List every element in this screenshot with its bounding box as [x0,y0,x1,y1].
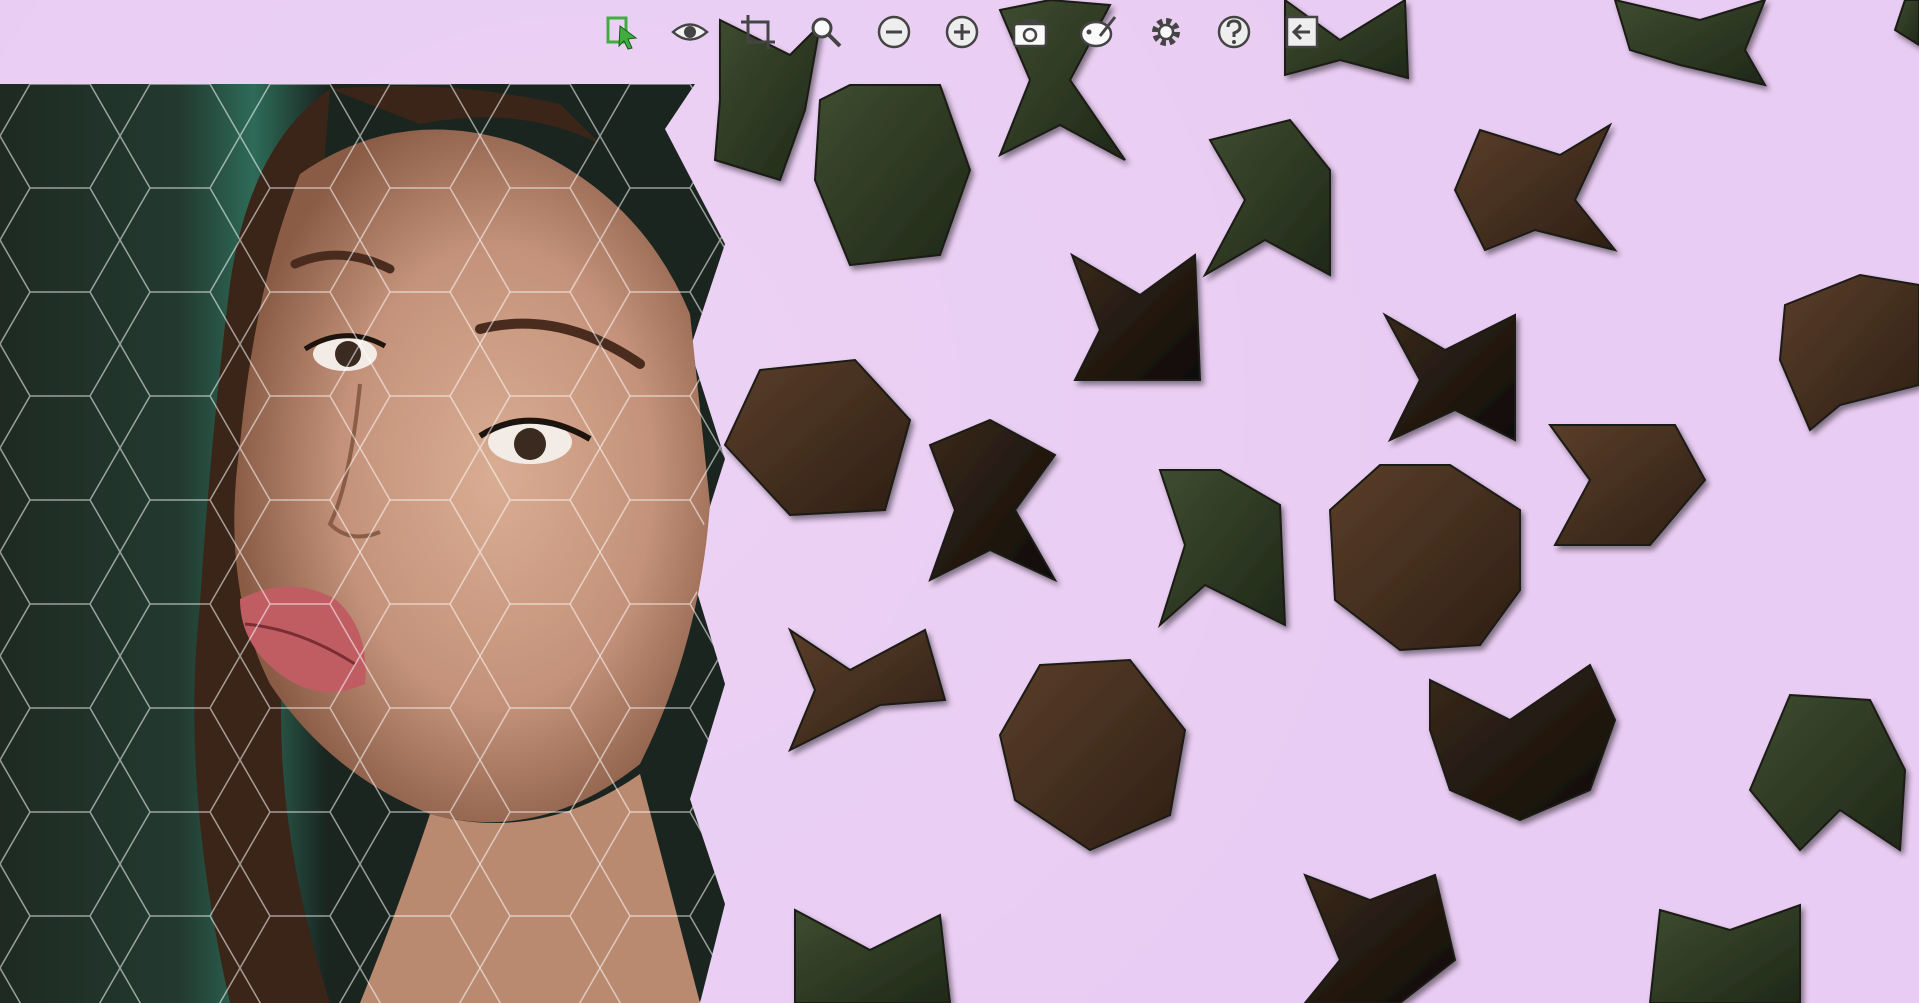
gear-icon [1152,18,1180,46]
puzzle-piece[interactable] [1893,0,1919,47]
puzzle-piece[interactable] [813,84,972,267]
zoom-in-icon [945,15,979,49]
puzzle-piece[interactable] [794,908,952,1003]
toolbar [600,10,1348,54]
preview-tool[interactable] [668,10,712,54]
puzzle-piece[interactable] [787,627,947,753]
zoom-out-tool[interactable] [872,10,916,54]
puzzle-piece[interactable] [1157,469,1287,629]
zoom-out-icon [877,15,911,49]
exit-tool[interactable] [1280,10,1324,54]
eye-icon [671,23,709,41]
puzzle-piece[interactable] [1202,118,1331,278]
exit-icon [1285,15,1319,49]
puzzle-piece[interactable] [998,658,1187,852]
puzzle-piece[interactable] [1070,252,1202,381]
puzzle-piece[interactable] [1303,873,1457,1003]
settings-tool[interactable] [1144,10,1188,54]
puzzle-piece[interactable] [1748,693,1907,852]
puzzle-piece[interactable] [723,358,912,517]
screenshot-tool[interactable] [1008,10,1052,54]
puzzle-piece[interactable] [1548,424,1707,546]
select-arrow-icon [606,16,638,50]
help-icon [1217,15,1251,49]
puzzle-piece[interactable] [928,418,1058,583]
puzzle-piece[interactable] [1328,464,1521,652]
background-tool[interactable] [1076,10,1120,54]
magnify-tool[interactable] [804,10,848,54]
palette-icon [1079,16,1117,48]
camera-icon [1012,19,1048,48]
loose-pieces-layer [713,0,1919,1003]
crop-tool[interactable] [736,10,780,54]
puzzle-piece[interactable] [1648,903,1801,1003]
help-tool[interactable] [1212,10,1256,54]
puzzle-piece[interactable] [1453,122,1618,252]
zoom-in-tool[interactable] [940,10,984,54]
select-pieces-tool[interactable] [600,10,644,54]
magnifier-icon [811,17,842,48]
puzzle-piece[interactable] [1382,312,1516,443]
puzzle-piece[interactable] [1613,0,1768,87]
puzzle-piece[interactable] [1778,273,1919,432]
puzzle-piece[interactable] [1429,663,1617,822]
crop-icon [741,15,775,49]
